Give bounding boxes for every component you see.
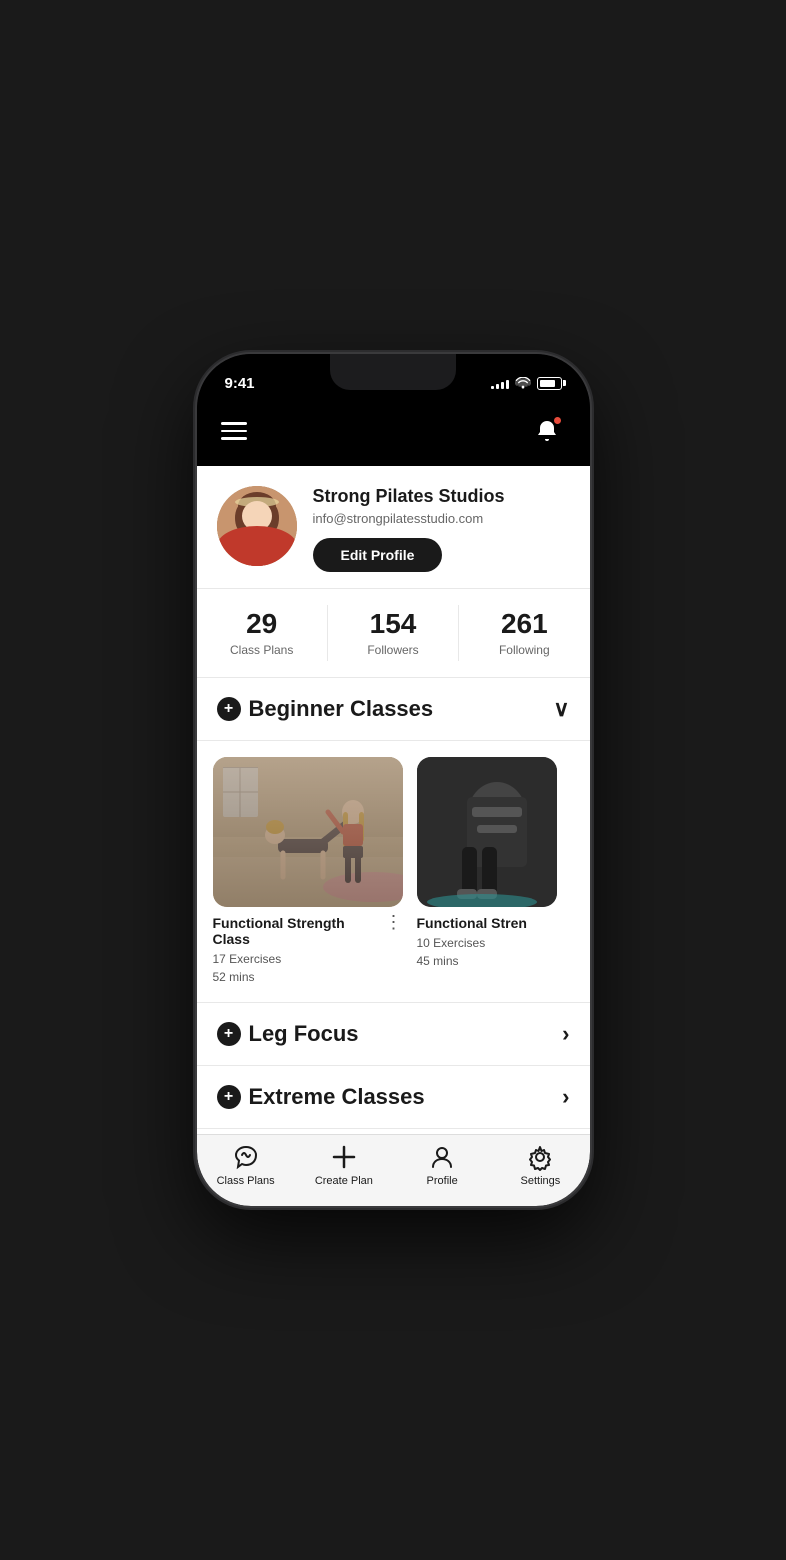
settings-icon <box>526 1143 554 1171</box>
beginner-cards-container[interactable]: Functional Strength Class ⋮ 17 Exercises… <box>197 741 590 1003</box>
extreme-classes-label: Extreme Classes <box>249 1084 425 1110</box>
card-2-title: Functional Stren <box>417 915 557 931</box>
nav-create-plan[interactable]: Create Plan <box>314 1143 374 1187</box>
extreme-chevron-icon: › <box>562 1084 569 1110</box>
status-bar: 9:41 <box>197 354 590 404</box>
stat-following[interactable]: 261 Following <box>459 605 589 661</box>
leg-focus-add-icon[interactable]: + <box>217 1022 241 1046</box>
notification-button[interactable] <box>528 412 566 450</box>
create-plan-icon <box>330 1143 358 1171</box>
stat-followers[interactable]: 154 Followers <box>328 605 459 661</box>
stats-section: 29 Class Plans 154 Followers 261 Followi… <box>197 589 590 678</box>
class-plans-number: 29 <box>197 609 327 640</box>
card-2-illustration <box>417 757 557 907</box>
status-icons <box>491 377 562 390</box>
card-1-duration: 52 mins <box>213 968 403 986</box>
card-1-illustration <box>213 757 403 907</box>
wifi-icon <box>515 377 531 389</box>
profile-section: Strong Pilates Studios info@strongpilate… <box>197 466 590 589</box>
following-label: Following <box>459 643 589 657</box>
following-number: 261 <box>459 609 589 640</box>
top-nav <box>197 404 590 466</box>
profile-email: info@strongpilatesstudio.com <box>313 511 570 526</box>
class-card-2[interactable]: Functional Stren 10 Exercises 45 mins <box>417 757 557 986</box>
leg-focus-chevron-icon: › <box>562 1021 569 1047</box>
category-beginner-header[interactable]: + Beginner Classes ∨ <box>197 678 590 741</box>
nav-profile-label: Profile <box>427 1175 458 1187</box>
card-2-image <box>417 757 557 907</box>
profile-info: Strong Pilates Studios info@strongpilate… <box>313 486 570 572</box>
battery-icon <box>537 377 562 390</box>
profile-name: Strong Pilates Studios <box>313 486 570 507</box>
beginner-classes-label: Beginner Classes <box>249 696 434 722</box>
notification-badge <box>553 416 562 425</box>
stat-class-plans[interactable]: 29 Class Plans <box>197 605 328 661</box>
beginner-chevron-icon: ∨ <box>553 696 569 722</box>
nav-class-plans[interactable]: Class Plans <box>216 1143 276 1187</box>
beginner-add-icon[interactable]: + <box>217 697 241 721</box>
leg-focus-label: Leg Focus <box>249 1021 359 1047</box>
followers-label: Followers <box>328 643 458 657</box>
card-1-exercises: 17 Exercises <box>213 950 403 968</box>
phone-frame: 9:41 <box>197 354 590 1206</box>
avatar <box>217 486 297 566</box>
bottom-navigation: Class Plans Create Plan Profile <box>197 1134 590 1206</box>
extreme-add-icon[interactable]: + <box>217 1085 241 1109</box>
avatar-image <box>217 486 297 566</box>
nav-settings[interactable]: Settings <box>510 1143 570 1187</box>
category-leg-focus-header[interactable]: + Leg Focus › <box>197 1003 590 1066</box>
nav-profile[interactable]: Profile <box>412 1143 472 1187</box>
menu-button[interactable] <box>221 422 247 440</box>
class-card-1[interactable]: Functional Strength Class ⋮ 17 Exercises… <box>213 757 403 986</box>
category-title: + Beginner Classes <box>217 696 434 722</box>
phone-inner: 9:41 <box>197 354 590 1206</box>
card-2-duration: 45 mins <box>417 952 557 970</box>
signal-icon <box>491 377 509 389</box>
followers-number: 154 <box>328 609 458 640</box>
nav-create-plan-label: Create Plan <box>315 1175 373 1187</box>
category-extreme-header[interactable]: + Extreme Classes › <box>197 1066 590 1129</box>
card-2-exercises: 10 Exercises <box>417 934 557 952</box>
status-time: 9:41 <box>225 375 255 392</box>
card-1-menu-button[interactable]: ⋮ <box>385 913 403 931</box>
class-plans-icon <box>232 1143 260 1171</box>
nav-settings-label: Settings <box>521 1175 561 1187</box>
card-1-title: Functional Strength Class <box>213 915 385 947</box>
edit-profile-button[interactable]: Edit Profile <box>313 538 443 572</box>
main-content[interactable]: Strong Pilates Studios info@strongpilate… <box>197 466 590 1134</box>
nav-class-plans-label: Class Plans <box>217 1175 275 1187</box>
profile-icon <box>428 1143 456 1171</box>
class-plans-label: Class Plans <box>197 643 327 657</box>
card-1-image <box>213 757 403 907</box>
